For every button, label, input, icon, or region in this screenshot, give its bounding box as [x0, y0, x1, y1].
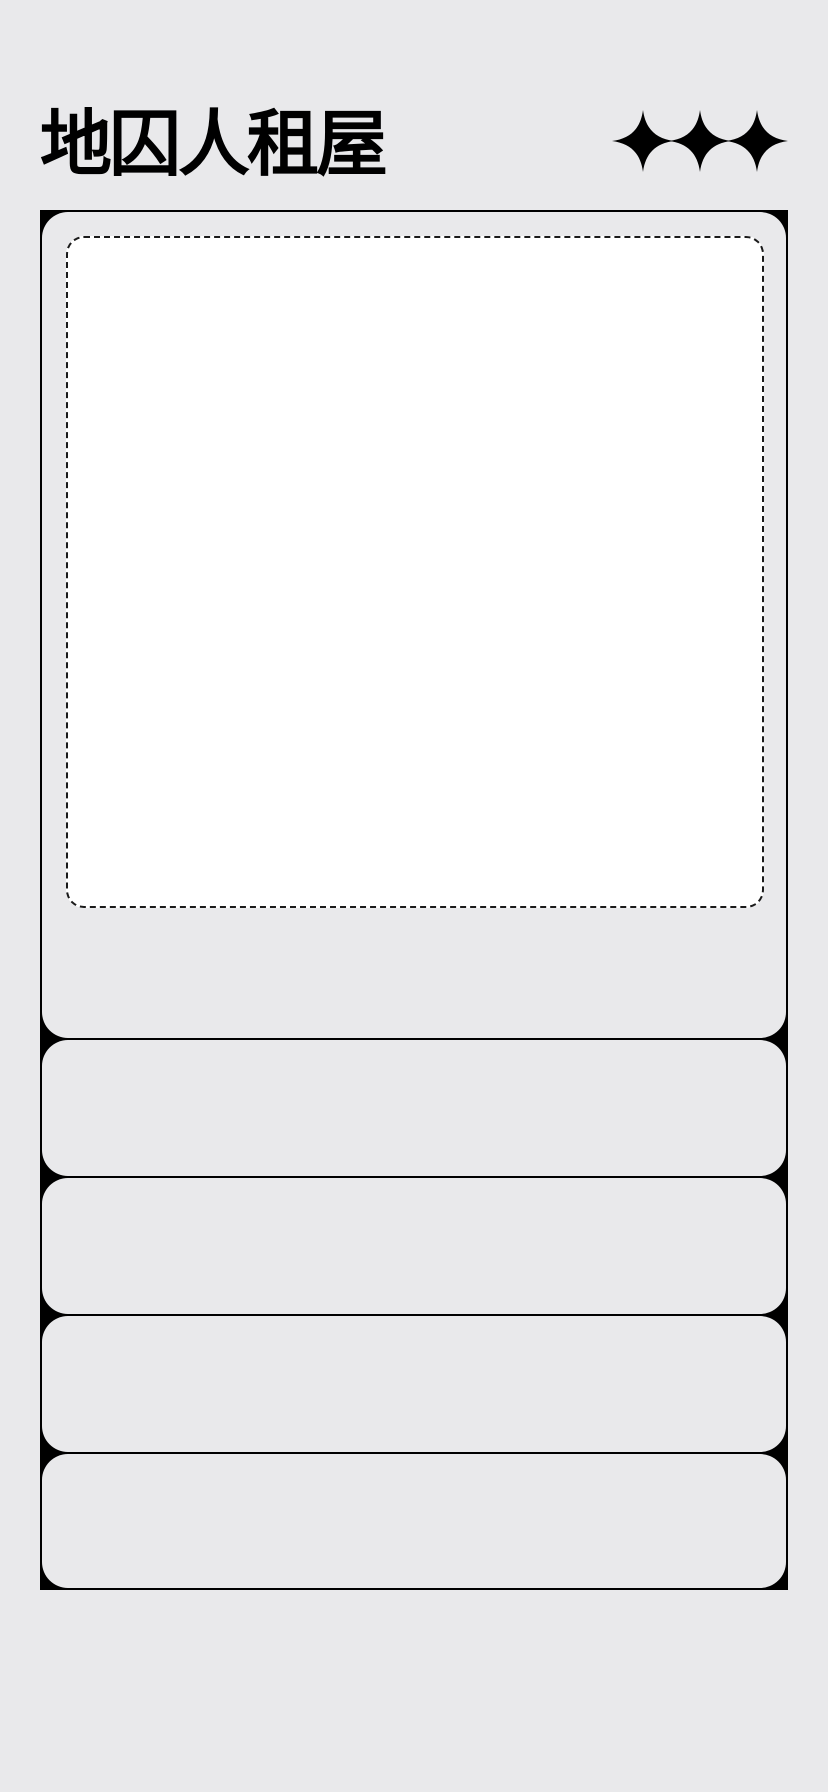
list-card[interactable]: [42, 1316, 786, 1452]
list-card[interactable]: [42, 1454, 786, 1588]
list-card[interactable]: [42, 1040, 786, 1176]
sparkle-icon: [669, 110, 731, 172]
sparkle-icon: [726, 110, 788, 172]
list-card[interactable]: [42, 1178, 786, 1314]
header: 地囚人租屋: [40, 100, 788, 188]
photo-slot[interactable]: [66, 236, 764, 908]
card-stack: [40, 210, 788, 1590]
app-title: 地囚人租屋: [40, 101, 388, 186]
sparkle-icon: [612, 110, 674, 172]
main-card[interactable]: [42, 212, 786, 1038]
sparkle-group: [612, 110, 788, 172]
